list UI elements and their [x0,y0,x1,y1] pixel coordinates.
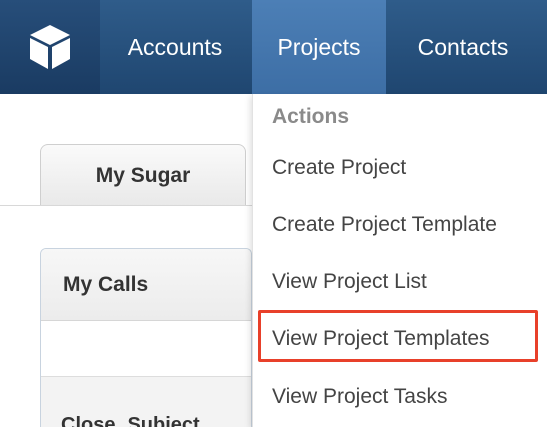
menu-item-view-project-list[interactable]: View Project List [272,262,427,302]
projects-dropdown-menu: Actions Create Project Create Project Te… [252,94,547,427]
tab-my-sugar[interactable]: My Sugar [40,144,246,206]
dashlet-column-headers: Close Subject [41,377,251,427]
column-header-close[interactable]: Close [61,414,115,427]
nav-tab-contacts[interactable]: Contacts [388,0,538,94]
menu-item-create-project-template[interactable]: Create Project Template [272,205,497,245]
my-calls-dashlet: My Calls Close Subject [40,248,252,427]
menu-section-actions: Actions [272,105,350,128]
tab-divider [0,205,252,206]
home-logo-button[interactable] [0,0,100,94]
menu-item-view-project-templates[interactable]: View Project Templates [272,319,490,359]
dashlet-header: My Calls [41,249,251,321]
dashlet-title: My Calls [63,272,149,296]
menu-item-create-project[interactable]: Create Project [272,148,406,188]
cube-icon [30,25,70,69]
tab-my-sugar-label: My Sugar [95,163,191,187]
nav-tab-accounts[interactable]: Accounts [100,0,250,94]
column-header-subject[interactable]: Subject [127,414,199,427]
dashlet-body [41,321,251,377]
top-navbar: Accounts Projects Contacts [0,0,547,94]
nav-tab-projects[interactable]: Projects [252,0,386,94]
menu-item-view-project-tasks[interactable]: View Project Tasks [272,377,447,417]
